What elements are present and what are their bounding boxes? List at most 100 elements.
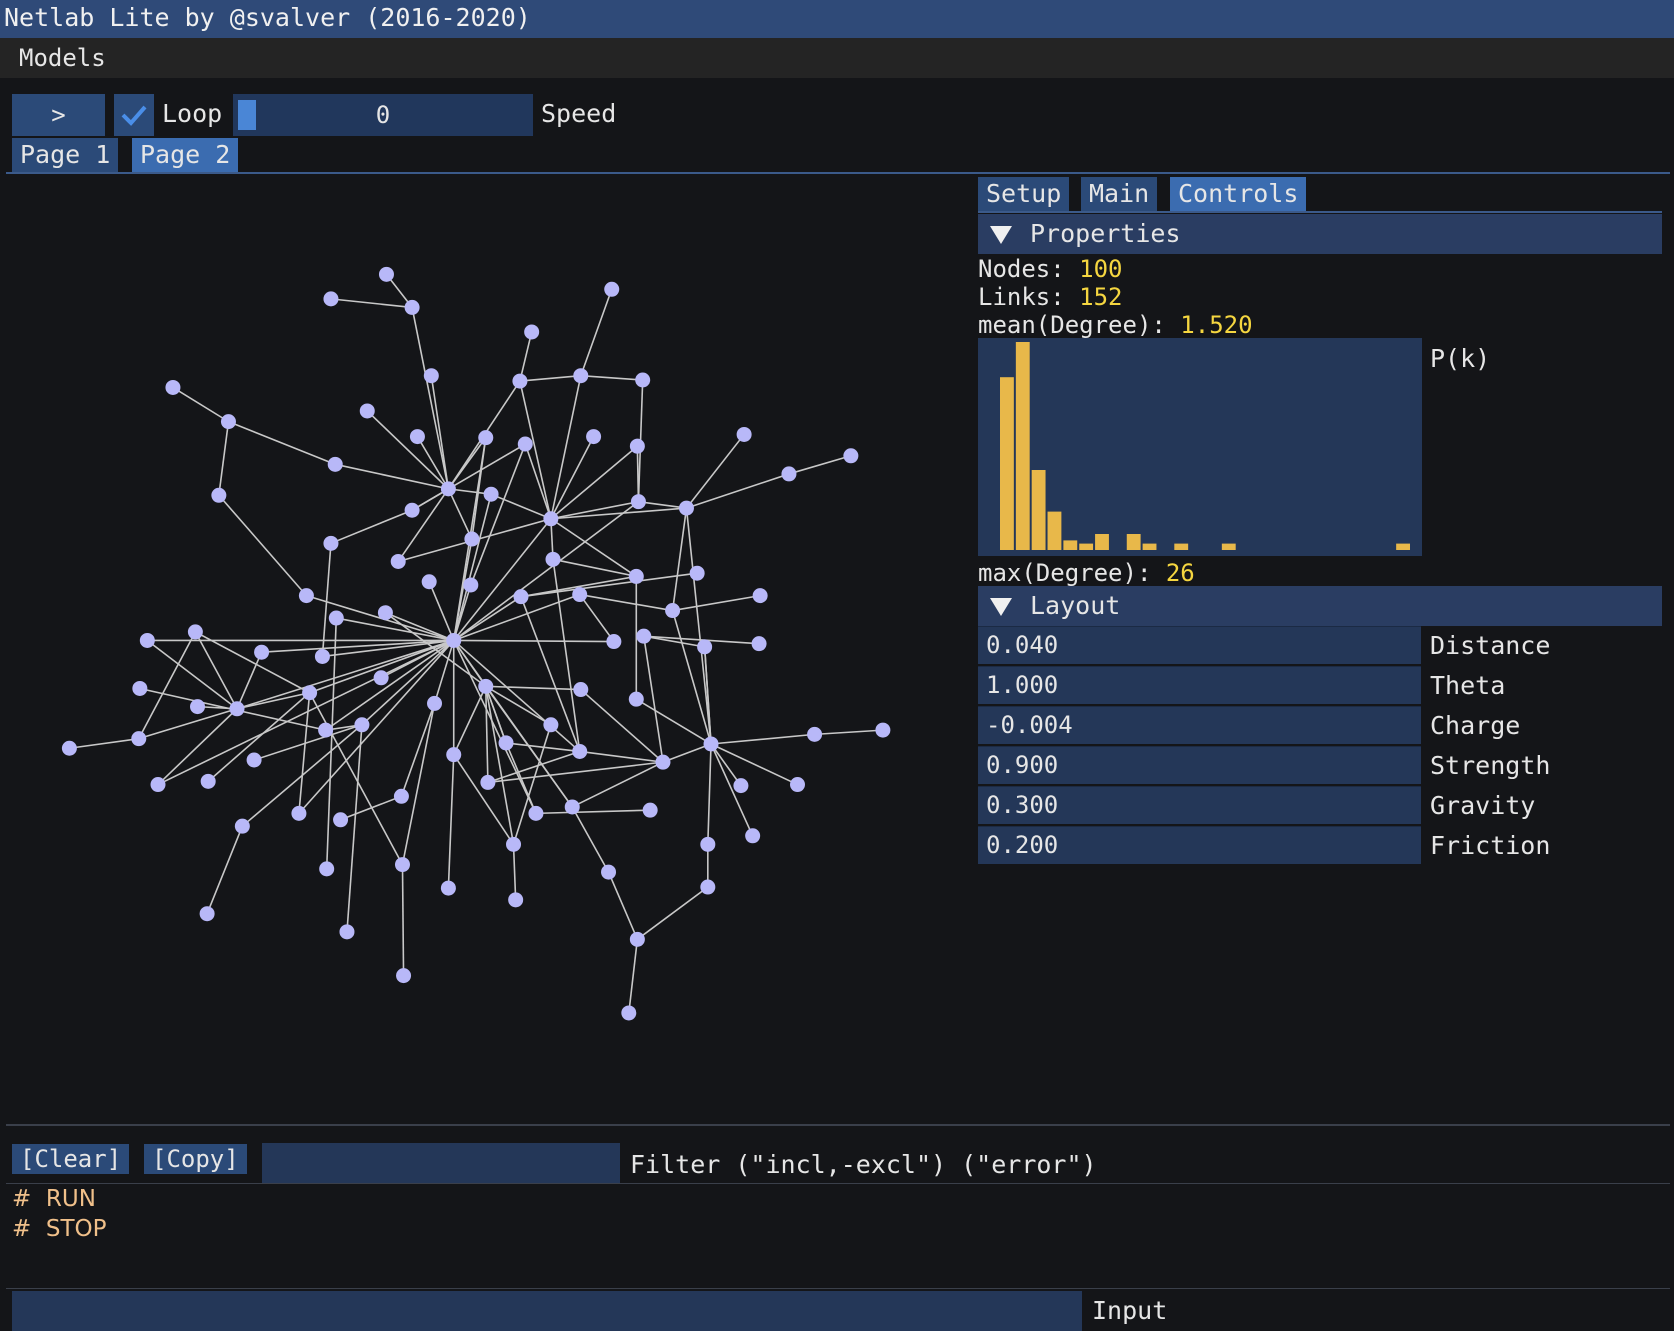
- tab-page-1[interactable]: Page 1: [12, 138, 119, 172]
- graph-node[interactable]: [875, 722, 891, 738]
- tab-setup[interactable]: Setup: [978, 177, 1070, 211]
- graph-node[interactable]: [697, 639, 713, 655]
- loop-checkbox[interactable]: [114, 94, 154, 136]
- graph-node[interactable]: [328, 610, 344, 626]
- graph-node[interactable]: [807, 726, 823, 742]
- graph-node[interactable]: [843, 448, 859, 464]
- gravity-field[interactable]: 0.300: [978, 786, 1421, 824]
- graph-node[interactable]: [446, 632, 462, 648]
- graph-node[interactable]: [604, 281, 620, 297]
- graph-node[interactable]: [291, 805, 307, 821]
- graph-node[interactable]: [665, 603, 681, 619]
- graph-node[interactable]: [573, 368, 589, 384]
- tab-main[interactable]: Main: [1081, 177, 1158, 211]
- graph-node[interactable]: [333, 812, 349, 828]
- layout-header[interactable]: Layout: [978, 586, 1662, 626]
- graph-node[interactable]: [463, 577, 479, 593]
- graph-node[interactable]: [573, 682, 589, 698]
- graph-node[interactable]: [378, 266, 394, 282]
- graph-node[interactable]: [678, 500, 694, 516]
- graph-node[interactable]: [689, 565, 705, 581]
- graph-node[interactable]: [506, 836, 522, 852]
- graph-node[interactable]: [190, 699, 206, 715]
- graph-node[interactable]: [628, 691, 644, 707]
- graph-node[interactable]: [629, 931, 645, 947]
- graph-node[interactable]: [745, 828, 761, 844]
- graph-node[interactable]: [150, 777, 166, 793]
- graph-node[interactable]: [440, 880, 456, 896]
- graph-node[interactable]: [630, 494, 646, 510]
- graph-node[interactable]: [359, 403, 375, 419]
- graph-node[interactable]: [789, 777, 805, 793]
- graph-node[interactable]: [528, 805, 544, 821]
- filter-input[interactable]: [262, 1143, 620, 1183]
- graph-node[interactable]: [751, 636, 767, 652]
- theta-field[interactable]: 1.000: [978, 666, 1421, 704]
- graph-node[interactable]: [423, 368, 439, 384]
- graph-node[interactable]: [390, 553, 406, 569]
- graph-node[interactable]: [234, 818, 250, 834]
- graph-node[interactable]: [377, 605, 393, 621]
- graph-node[interactable]: [409, 429, 425, 445]
- graph-node[interactable]: [319, 861, 335, 877]
- graph-node[interactable]: [508, 892, 524, 908]
- graph-node[interactable]: [199, 906, 215, 922]
- graph-node[interactable]: [629, 438, 645, 454]
- graph-node[interactable]: [483, 486, 499, 502]
- graph-node[interactable]: [393, 788, 409, 804]
- graph-node[interactable]: [314, 648, 330, 664]
- graph-node[interactable]: [700, 879, 716, 895]
- command-input[interactable]: [12, 1291, 1082, 1331]
- graph-node[interactable]: [700, 836, 716, 852]
- graph-node[interactable]: [512, 373, 528, 389]
- graph-node[interactable]: [513, 589, 529, 605]
- graph-node[interactable]: [543, 717, 559, 733]
- graph-node[interactable]: [165, 379, 181, 395]
- graph-node[interactable]: [394, 857, 410, 873]
- charge-field[interactable]: -0.004: [978, 706, 1421, 744]
- graph-node[interactable]: [246, 752, 262, 768]
- graph-node[interactable]: [323, 291, 339, 307]
- graph-node[interactable]: [635, 372, 651, 388]
- graph-node[interactable]: [200, 773, 216, 789]
- graph-node[interactable]: [302, 685, 318, 701]
- graph-node[interactable]: [61, 740, 77, 756]
- graph-node[interactable]: [298, 588, 314, 604]
- graph-node[interactable]: [498, 735, 514, 751]
- graph-node[interactable]: [572, 743, 588, 759]
- graph-node[interactable]: [318, 722, 334, 738]
- graph-node[interactable]: [229, 701, 245, 717]
- graph-node[interactable]: [703, 736, 719, 752]
- graph-node[interactable]: [446, 747, 462, 763]
- speed-slider[interactable]: 0: [233, 94, 533, 136]
- graph-node[interactable]: [396, 968, 412, 984]
- graph-node[interactable]: [752, 588, 768, 604]
- graph-node[interactable]: [628, 568, 644, 584]
- graph-node[interactable]: [621, 1005, 637, 1021]
- graph-node[interactable]: [404, 502, 420, 518]
- graph-node[interactable]: [642, 802, 658, 818]
- graph-node[interactable]: [404, 299, 420, 315]
- graph-node[interactable]: [464, 531, 480, 547]
- graph-node[interactable]: [187, 624, 203, 640]
- graph-node[interactable]: [254, 644, 270, 660]
- graph-node[interactable]: [545, 551, 561, 567]
- graph-node[interactable]: [440, 481, 456, 497]
- graph-node[interactable]: [606, 634, 622, 650]
- graph-node[interactable]: [323, 535, 339, 551]
- menu-models[interactable]: Models: [19, 44, 106, 72]
- strength-field[interactable]: 0.900: [978, 746, 1421, 784]
- graph-node[interactable]: [524, 324, 540, 340]
- graph-node[interactable]: [220, 414, 236, 430]
- graph-node[interactable]: [564, 799, 580, 815]
- graph-node[interactable]: [131, 731, 147, 747]
- tab-controls[interactable]: Controls: [1170, 177, 1307, 211]
- graph-node[interactable]: [781, 466, 797, 482]
- graph-node[interactable]: [733, 778, 749, 794]
- copy-button[interactable]: [Copy]: [144, 1144, 247, 1174]
- tab-page-2[interactable]: Page 2: [132, 138, 239, 172]
- clear-button[interactable]: [Clear]: [12, 1144, 130, 1174]
- graph-node[interactable]: [373, 670, 389, 686]
- graph-node[interactable]: [480, 774, 496, 790]
- play-button[interactable]: >: [12, 94, 105, 136]
